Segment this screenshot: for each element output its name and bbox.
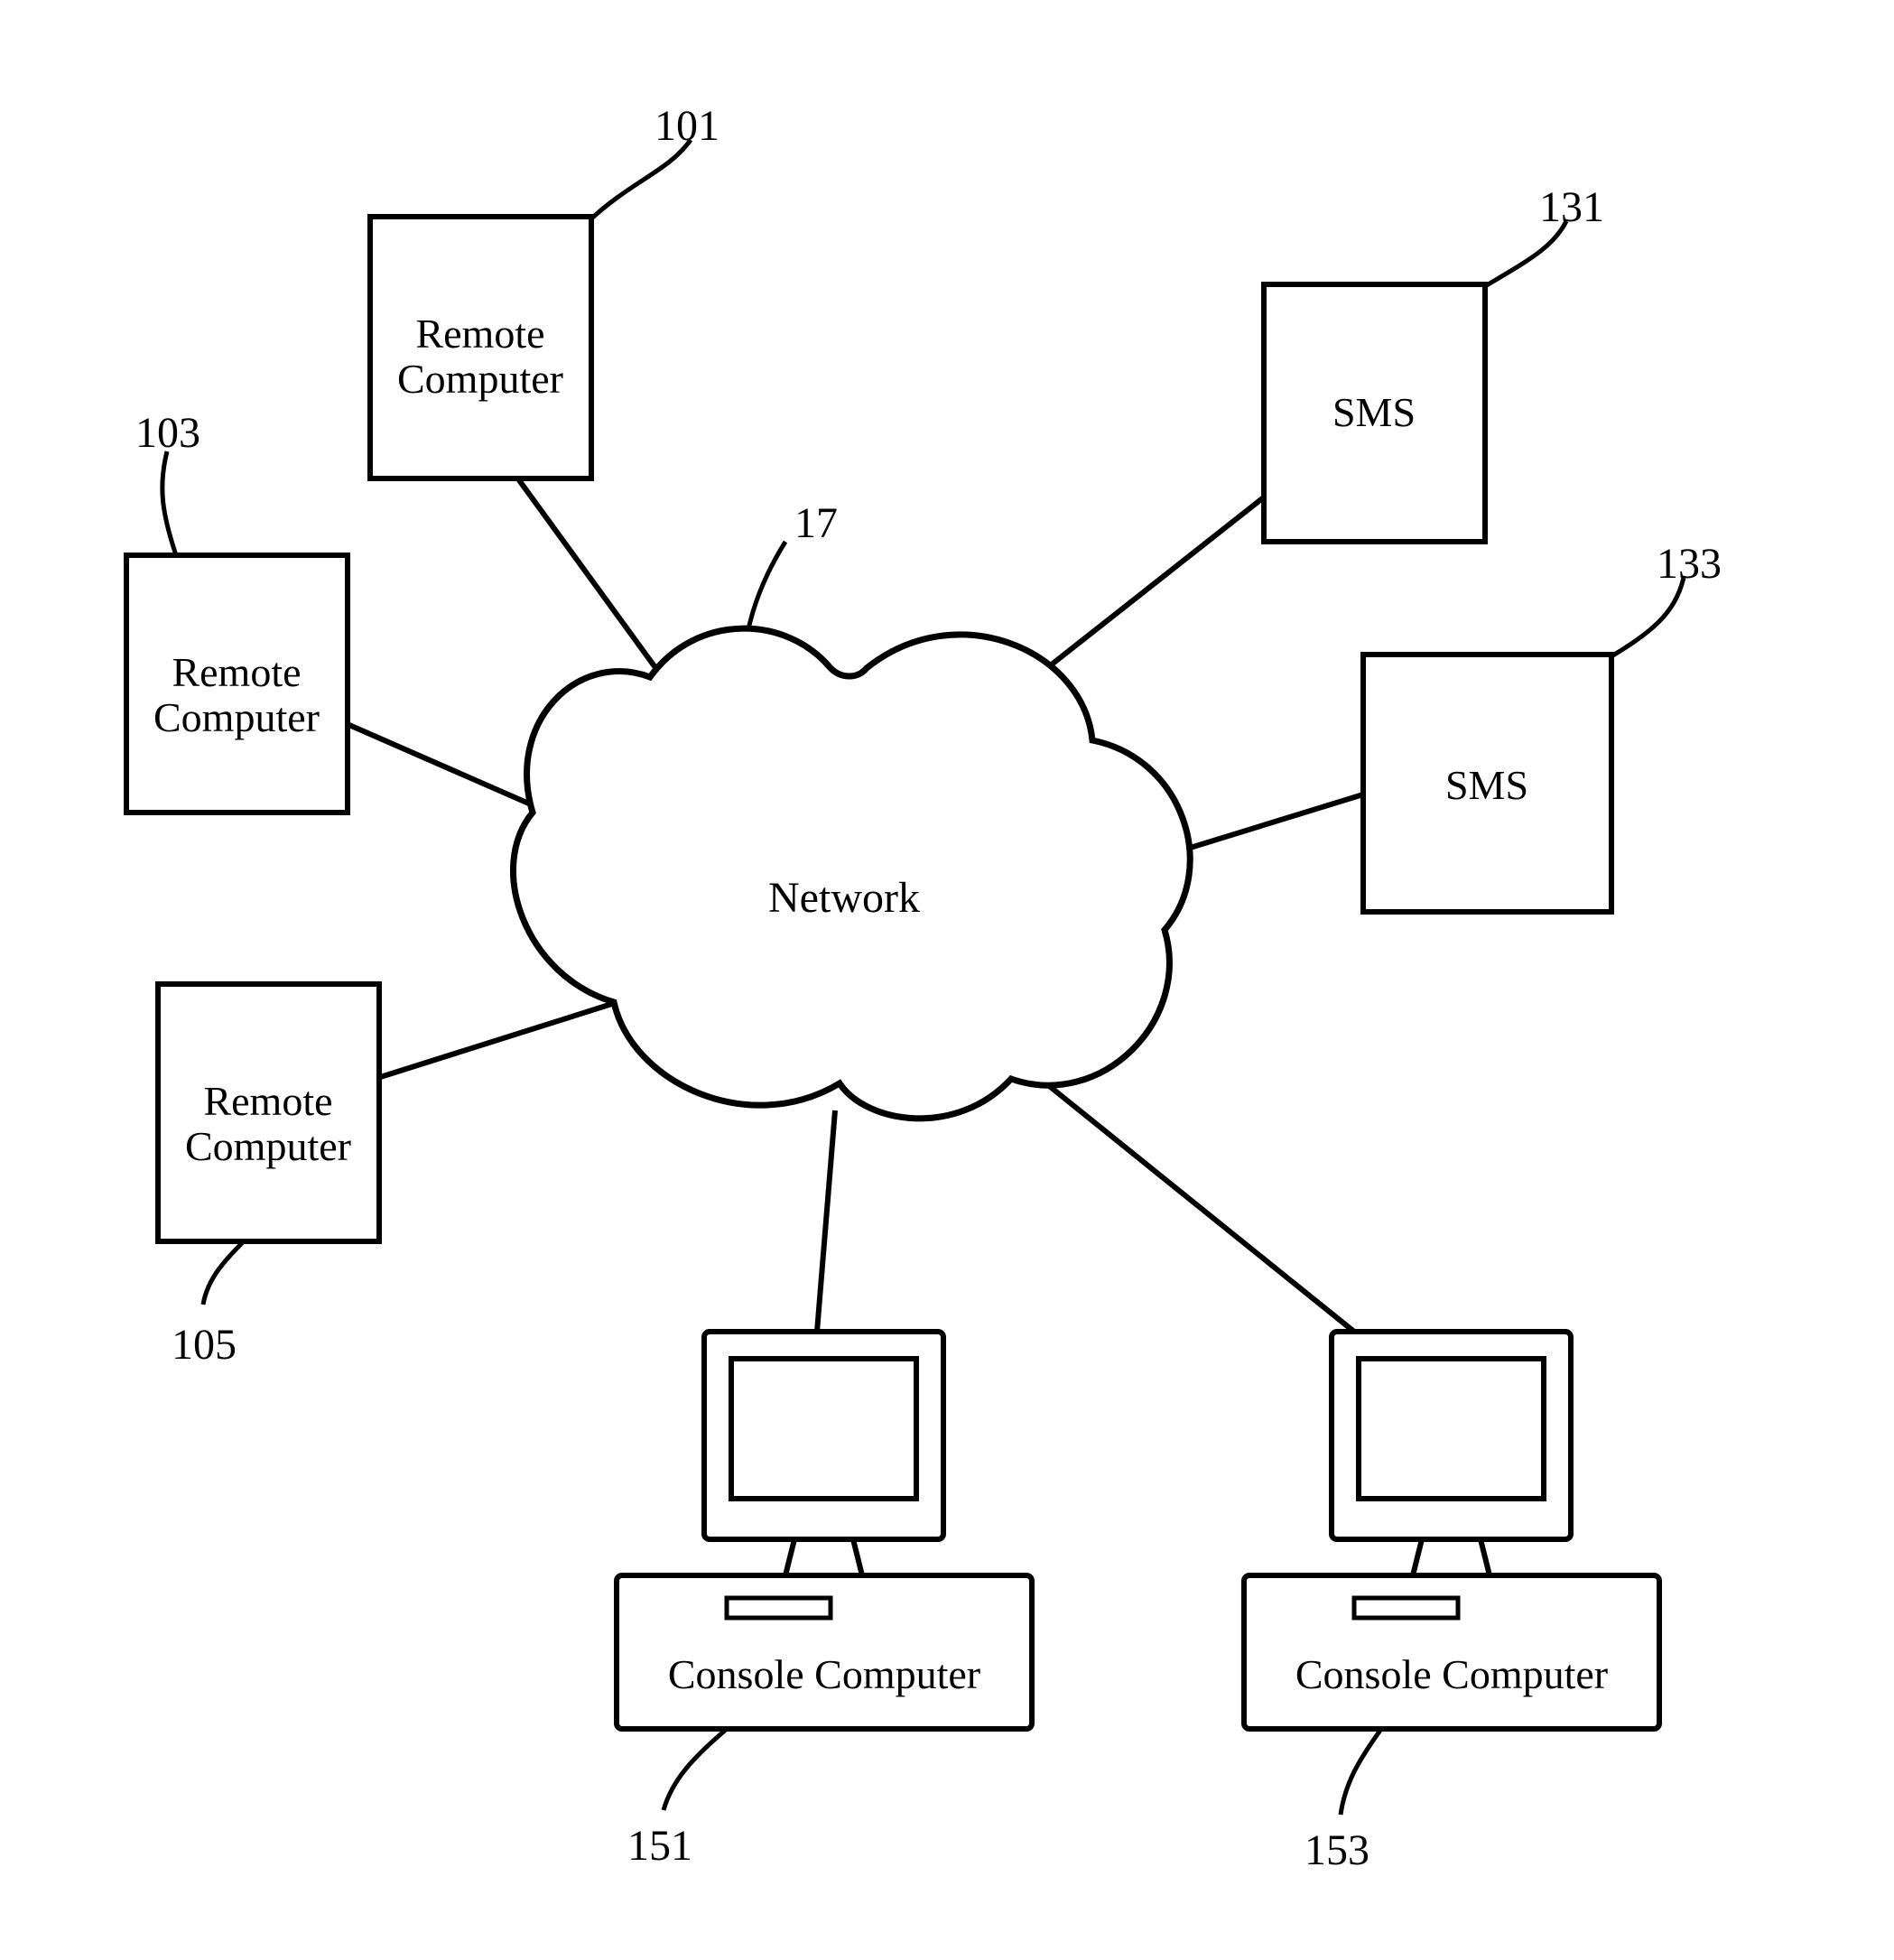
ref-133: 133 [1657,540,1722,588]
rc105-line2: Computer [185,1123,351,1169]
ref-105: 105 [172,1321,237,1369]
rc101-line2: Computer [397,356,563,402]
remote-computer-101: Remote Computer [370,217,591,478]
ref-103: 103 [135,409,200,457]
sms-133: SMS [1363,655,1611,912]
ref-151: 151 [627,1822,692,1870]
network-cloud: Network [513,628,1190,1119]
rc105-line1: Remote [203,1078,332,1124]
ref-153: 153 [1304,1826,1369,1874]
ref-131: 131 [1539,183,1604,231]
console153-label: Console Computer [1295,1651,1608,1697]
rc103-line1: Remote [172,649,301,695]
ref-101: 101 [655,102,720,150]
console-computer-153: Console Computer [1244,1332,1659,1729]
console151-label: Console Computer [668,1651,980,1697]
network-diagram: Network Remote Computer Remote Computer … [0,0,1894,1960]
console-computer-151: Console Computer [617,1332,1032,1729]
remote-computer-103: Remote Computer [126,555,348,813]
sms131-label: SMS [1332,389,1416,435]
network-label: Network [768,874,920,922]
ref-17: 17 [794,499,838,547]
remote-computer-105: Remote Computer [158,984,379,1241]
rc103-line2: Computer [153,694,320,740]
rc101-line1: Remote [415,311,544,357]
sms-131: SMS [1264,284,1485,542]
sms133-label: SMS [1445,762,1528,808]
